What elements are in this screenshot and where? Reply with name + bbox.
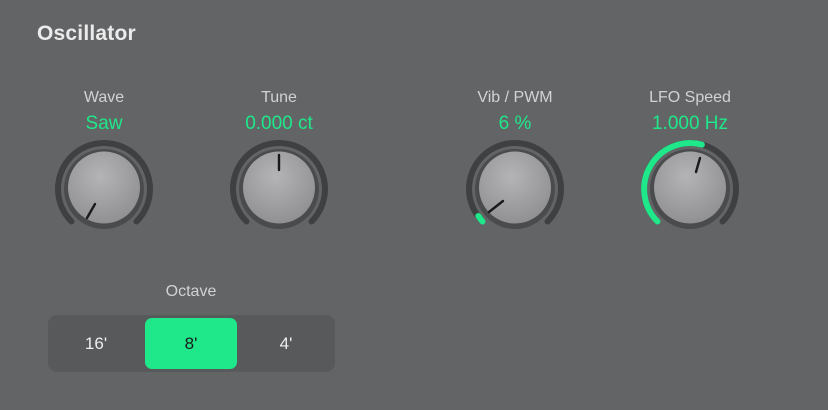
- vib-pwm-value: 6 %: [498, 113, 532, 134]
- lfo-speed-value: 1.000 Hz: [651, 113, 729, 134]
- wave-label: Wave: [83, 89, 125, 106]
- octave-selector: 16' 8' 4': [48, 315, 335, 372]
- lfo-speed-knob[interactable]: [640, 139, 740, 239]
- panel-title: Oscillator: [37, 22, 136, 45]
- octave-8-button[interactable]: 8': [145, 318, 237, 369]
- tune-knob[interactable]: [229, 139, 329, 239]
- octave-16-button[interactable]: 16': [50, 318, 142, 369]
- octave-label: Octave: [165, 283, 217, 300]
- wave-value: Saw: [85, 113, 123, 134]
- vib-pwm-knob[interactable]: [465, 139, 565, 239]
- tune-value: 0.000 ct: [245, 113, 313, 134]
- vib-pwm-label: Vib / PWM: [477, 89, 553, 106]
- octave-4-button[interactable]: 4': [240, 318, 332, 369]
- lfo-speed-label: LFO Speed: [649, 89, 731, 106]
- vib-pwm-value-arc: [475, 213, 486, 225]
- wave-knob[interactable]: [54, 139, 154, 239]
- tune-label: Tune: [261, 89, 297, 106]
